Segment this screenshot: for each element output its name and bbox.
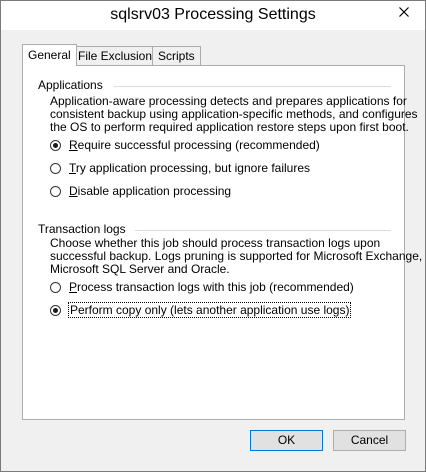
radio-button[interactable] — [50, 162, 61, 174]
transaction-logs-divider — [135, 230, 391, 231]
cancel-button[interactable]: Cancel — [333, 430, 406, 451]
radio-process-transaction-logs[interactable]: Process transaction logs with this job (… — [50, 280, 354, 294]
close-button[interactable] — [388, 2, 419, 22]
ok-button[interactable]: OK — [250, 430, 323, 451]
radio-label: Require successful processing (recommend… — [69, 138, 320, 152]
tab-file-exclusions[interactable]: File Exclusions — [72, 46, 165, 65]
radio-label: Try application processing, but ignore f… — [69, 161, 311, 175]
applications-divider — [114, 86, 391, 87]
applications-heading: Applications — [38, 78, 103, 92]
radio-button[interactable] — [50, 281, 61, 293]
radio-perform-copy-only[interactable]: Perform copy only (lets another applicat… — [50, 302, 352, 318]
tab-scripts[interactable]: Scripts — [152, 46, 201, 65]
radio-label: Perform copy only (lets another applicat… — [67, 302, 352, 318]
tab-scripts-label: Scripts — [158, 49, 195, 63]
window-title: sqlsrv03 Processing Settings — [110, 6, 316, 23]
tab-general-label: General — [28, 48, 71, 62]
radio-label: Process transaction logs with this job (… — [69, 280, 354, 294]
tab-file-exclusions-label: File Exclusions — [78, 49, 159, 63]
radio-disable-application-processing[interactable]: Disable application processing — [50, 184, 231, 198]
applications-description: Application-aware processing detects and… — [50, 95, 418, 134]
close-icon — [398, 7, 409, 17]
radio-require-successful-processing[interactable]: Require successful processing (recommend… — [50, 138, 320, 152]
transaction-logs-heading: Transaction logs — [38, 222, 126, 236]
radio-button[interactable] — [50, 304, 61, 316]
radio-try-application-processing[interactable]: Try application processing, but ignore f… — [50, 161, 310, 175]
radio-button[interactable] — [50, 139, 61, 151]
radio-button[interactable] — [50, 185, 61, 197]
title-bar[interactable]: sqlsrv03 Processing Settings — [1, 1, 425, 30]
transaction-logs-description-line: Microsoft SQL Server and Oracle. — [50, 262, 230, 276]
applications-description-line: the OS to perform required application r… — [50, 120, 409, 134]
radio-label: Disable application processing — [69, 184, 232, 198]
transaction-logs-description: Choose whether this job should process t… — [50, 237, 422, 276]
tab-general[interactable]: General — [22, 44, 77, 66]
